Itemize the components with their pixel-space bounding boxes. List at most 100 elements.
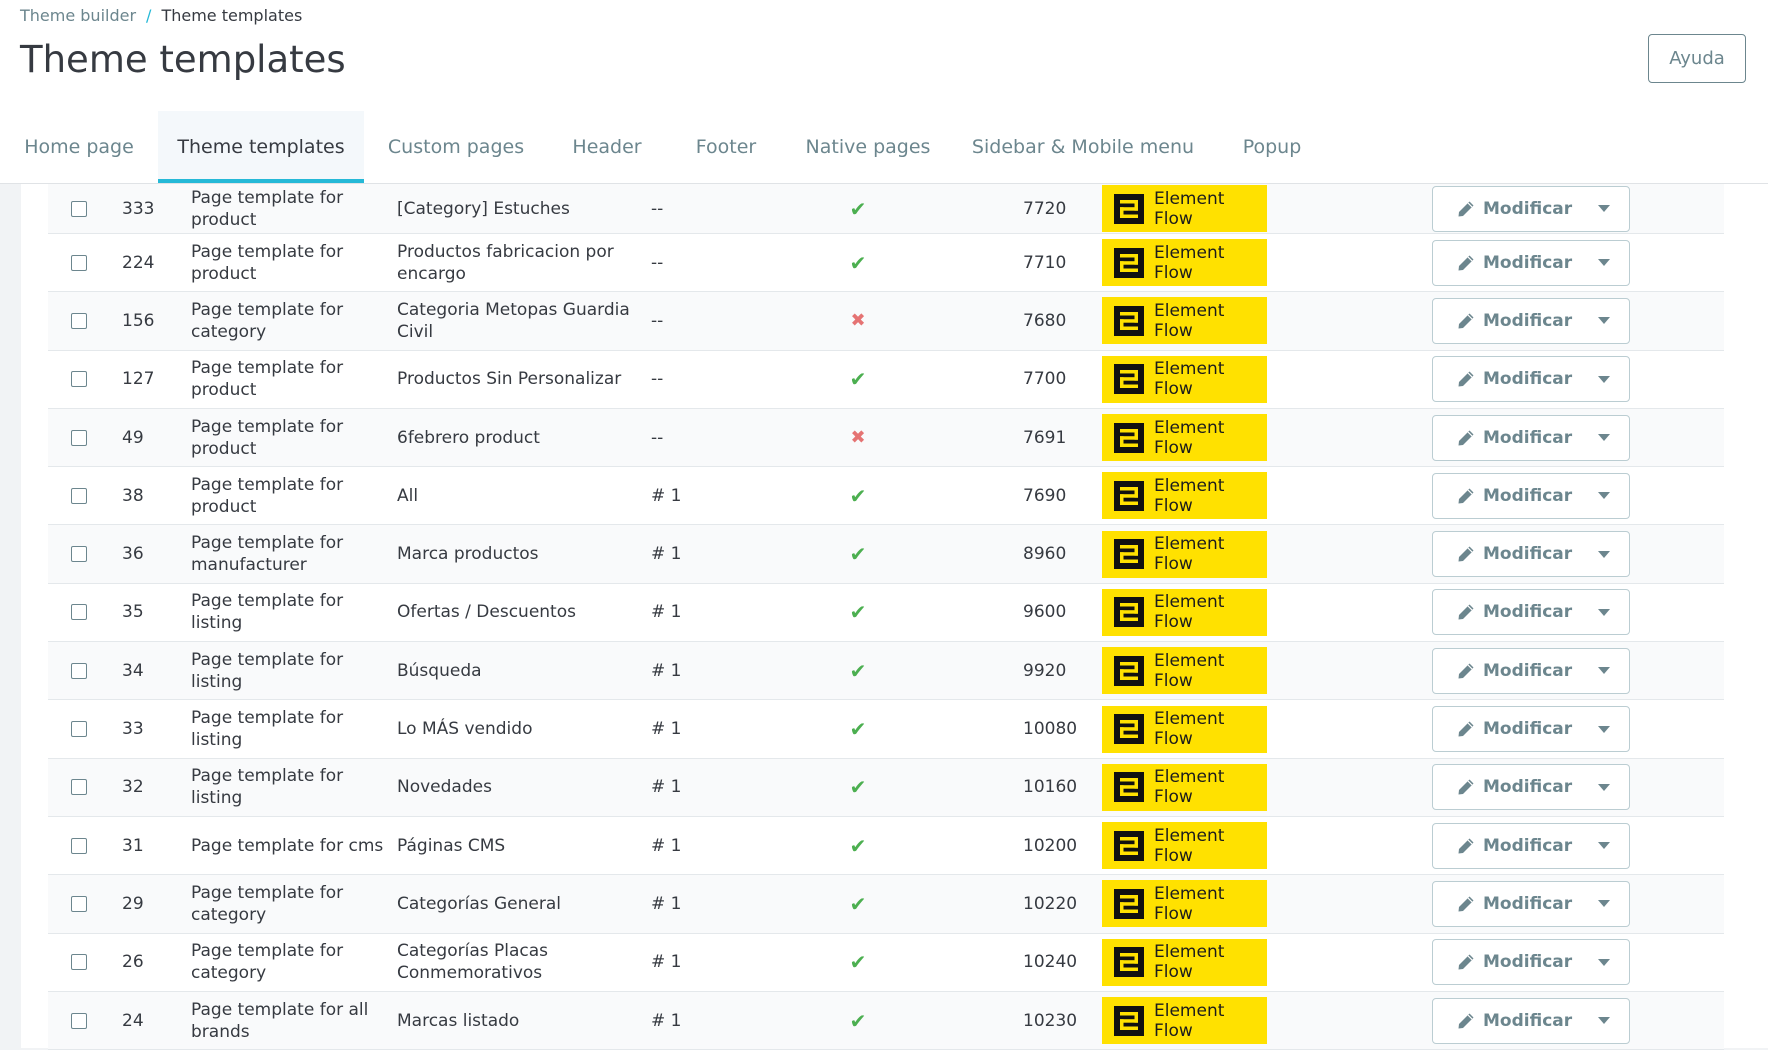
edit-button[interactable]: Modificar xyxy=(1433,940,1581,984)
element-flow-button[interactable]: Element Flow xyxy=(1102,822,1267,870)
table-row[interactable]: 333 Page template for product [Category]… xyxy=(48,184,1724,234)
edit-button[interactable]: Modificar xyxy=(1433,241,1581,285)
element-flow-button[interactable]: Element Flow xyxy=(1102,997,1267,1044)
row-checkbox[interactable] xyxy=(71,312,87,329)
tab-home-page[interactable]: Home page xyxy=(0,111,158,183)
tab-footer[interactable]: Footer xyxy=(666,111,786,183)
row-checkbox[interactable] xyxy=(71,429,87,446)
status-enabled-icon[interactable]: ✔ xyxy=(850,484,867,508)
status-enabled-icon[interactable]: ✔ xyxy=(850,775,867,799)
edit-button[interactable]: Modificar xyxy=(1433,707,1581,751)
tab-header[interactable]: Header xyxy=(548,111,666,183)
actions-dropdown-toggle[interactable] xyxy=(1579,532,1629,576)
element-flow-button[interactable]: Element Flow xyxy=(1102,472,1267,520)
table-row[interactable]: 49 Page template for product 6febrero pr… xyxy=(48,408,1724,468)
table-row[interactable]: 24 Page template for all brands Marcas l… xyxy=(48,991,1724,1050)
actions-dropdown-toggle[interactable] xyxy=(1579,824,1629,868)
row-checkbox[interactable] xyxy=(71,604,87,621)
row-checkbox[interactable] xyxy=(71,954,87,971)
tab-popup[interactable]: Popup xyxy=(1216,111,1328,183)
status-enabled-icon[interactable]: ✔ xyxy=(850,197,867,221)
element-flow-button[interactable]: Element Flow xyxy=(1102,185,1267,232)
edit-button[interactable]: Modificar xyxy=(1433,474,1581,518)
actions-dropdown-toggle[interactable] xyxy=(1579,999,1629,1043)
element-flow-button[interactable]: Element Flow xyxy=(1102,530,1267,578)
status-enabled-icon[interactable]: ✔ xyxy=(850,367,867,391)
actions-dropdown-toggle[interactable] xyxy=(1579,765,1629,809)
row-checkbox[interactable] xyxy=(71,487,87,504)
table-row[interactable]: 38 Page template for product All # 1 ✔ 7… xyxy=(48,466,1724,526)
actions-dropdown-toggle[interactable] xyxy=(1579,241,1629,285)
actions-dropdown-toggle[interactable] xyxy=(1579,357,1629,401)
actions-dropdown-toggle[interactable] xyxy=(1579,590,1629,634)
edit-button[interactable]: Modificar xyxy=(1433,999,1581,1043)
element-flow-button[interactable]: Element Flow xyxy=(1102,880,1267,928)
tab-theme-templates[interactable]: Theme templates xyxy=(158,111,364,183)
status-enabled-icon[interactable]: ✔ xyxy=(850,834,867,858)
row-checkbox[interactable] xyxy=(71,254,87,271)
edit-button[interactable]: Modificar xyxy=(1433,649,1581,693)
row-checkbox[interactable] xyxy=(71,779,87,796)
tab-custom-pages[interactable]: Custom pages xyxy=(364,111,548,183)
element-flow-button[interactable]: Element Flow xyxy=(1102,355,1267,403)
actions-dropdown-toggle[interactable] xyxy=(1579,187,1629,231)
table-row[interactable]: 32 Page template for listing Novedades #… xyxy=(48,758,1724,817)
actions-dropdown-toggle[interactable] xyxy=(1579,707,1629,751)
breadcrumb-parent-link[interactable]: Theme builder xyxy=(20,6,136,25)
edit-button[interactable]: Modificar xyxy=(1433,299,1581,343)
row-checkbox[interactable] xyxy=(71,837,87,854)
table-row[interactable]: 34 Page template for listing Búsqueda # … xyxy=(48,641,1724,701)
table-row[interactable]: 156 Page template for category Categoria… xyxy=(48,291,1724,351)
status-enabled-icon[interactable]: ✔ xyxy=(850,892,867,916)
table-row[interactable]: 26 Page template for category Categorías… xyxy=(48,933,1724,992)
status-enabled-icon[interactable]: ✔ xyxy=(850,659,867,683)
edit-button[interactable]: Modificar xyxy=(1433,882,1581,926)
element-flow-button[interactable]: Element Flow xyxy=(1102,647,1267,695)
row-checkbox[interactable] xyxy=(71,200,87,217)
edit-button[interactable]: Modificar xyxy=(1433,532,1581,576)
actions-dropdown-toggle[interactable] xyxy=(1579,299,1629,343)
actions-dropdown-toggle[interactable] xyxy=(1579,649,1629,693)
status-enabled-icon[interactable]: ✔ xyxy=(850,600,867,624)
element-flow-button[interactable]: Element Flow xyxy=(1102,705,1267,753)
table-row[interactable]: 31 Page template for cms Páginas CMS # 1… xyxy=(48,816,1724,876)
status-enabled-icon[interactable]: ✔ xyxy=(850,542,867,566)
actions-dropdown-toggle[interactable] xyxy=(1579,940,1629,984)
edit-button[interactable]: Modificar xyxy=(1433,590,1581,634)
element-flow-button[interactable]: Element Flow xyxy=(1102,414,1267,462)
status-enabled-icon[interactable]: ✔ xyxy=(850,950,867,974)
table-row[interactable]: 36 Page template for manufacturer Marca … xyxy=(48,524,1724,584)
edit-button[interactable]: Modificar xyxy=(1433,416,1581,460)
element-flow-button[interactable]: Element Flow xyxy=(1102,763,1267,811)
row-checkbox[interactable] xyxy=(71,895,87,912)
element-flow-button[interactable]: Element Flow xyxy=(1102,938,1267,986)
table-row[interactable]: 224 Page template for product Productos … xyxy=(48,233,1724,293)
edit-button[interactable]: Modificar xyxy=(1433,824,1581,868)
status-disabled-icon[interactable]: ✖ xyxy=(850,427,865,448)
actions-dropdown-toggle[interactable] xyxy=(1579,416,1629,460)
edit-button[interactable]: Modificar xyxy=(1433,187,1581,231)
element-flow-button[interactable]: Element Flow xyxy=(1102,239,1267,287)
table-row[interactable]: 29 Page template for category Categorías… xyxy=(48,874,1724,934)
edit-button[interactable]: Modificar xyxy=(1433,765,1581,809)
row-checkbox[interactable] xyxy=(71,546,87,563)
status-disabled-icon[interactable]: ✖ xyxy=(850,310,865,331)
tab-native-pages[interactable]: Native pages xyxy=(786,111,950,183)
table-row[interactable]: 35 Page template for listing Ofertas / D… xyxy=(48,583,1724,643)
tab-sidebar-mobile-menu[interactable]: Sidebar & Mobile menu xyxy=(950,111,1216,183)
row-checkbox[interactable] xyxy=(71,371,87,388)
actions-dropdown-toggle[interactable] xyxy=(1579,882,1629,926)
help-button[interactable]: Ayuda xyxy=(1648,34,1746,83)
element-flow-button[interactable]: Element Flow xyxy=(1102,588,1267,636)
status-enabled-icon[interactable]: ✔ xyxy=(850,717,867,741)
status-enabled-icon[interactable]: ✔ xyxy=(850,251,867,275)
element-flow-button[interactable]: Element Flow xyxy=(1102,297,1267,345)
edit-button[interactable]: Modificar xyxy=(1433,357,1581,401)
table-row[interactable]: 127 Page template for product Productos … xyxy=(48,350,1724,409)
row-checkbox[interactable] xyxy=(71,721,87,738)
table-row[interactable]: 33 Page template for listing Lo MÁS vend… xyxy=(48,699,1724,759)
actions-dropdown-toggle[interactable] xyxy=(1579,474,1629,518)
row-checkbox[interactable] xyxy=(71,1012,87,1029)
row-checkbox[interactable] xyxy=(71,662,87,679)
status-enabled-icon[interactable]: ✔ xyxy=(850,1009,867,1033)
